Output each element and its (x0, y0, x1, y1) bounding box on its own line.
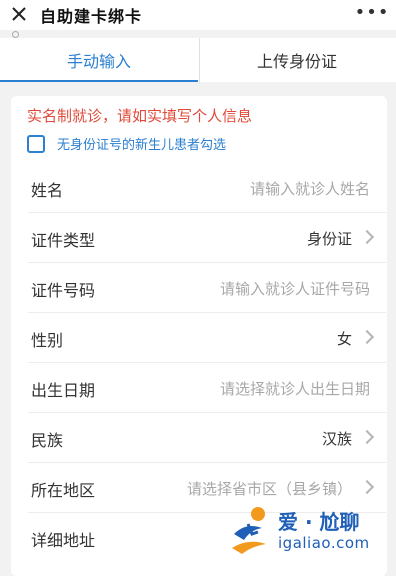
page-title: 自助建卡绑卡 (40, 7, 143, 26)
name-input[interactable]: 请输入就诊人姓名 (250, 178, 370, 199)
watermark-text: 爱 · 尬聊 (278, 510, 360, 534)
watermark-mascot-icon (232, 507, 266, 554)
close-icon (12, 7, 26, 21)
birth-date-input[interactable]: 请选择就诊人出生日期 (220, 378, 370, 399)
title-bar: 自助建卡绑卡 ••• (0, 0, 396, 30)
more-icon: ••• (354, 1, 390, 23)
tab-divider (199, 38, 200, 82)
watermark-logo: 爱 · 尬聊 igaliao.com (228, 504, 388, 560)
newborn-option[interactable]: 无身份证号的新生儿患者勾选 (27, 134, 226, 153)
gender-value[interactable]: 女 (337, 328, 352, 349)
field-label: 详细地址 (31, 531, 96, 550)
id-number-input[interactable]: 请输入就诊人证件号码 (220, 278, 370, 299)
chevron-right-icon (359, 329, 375, 345)
ethnicity-field[interactable]: 民族 汉族 (28, 413, 386, 463)
name-field[interactable]: 姓名 请输入就诊人姓名 (28, 163, 386, 213)
watermark-url: igaliao.com (278, 534, 370, 552)
field-label: 证件类型 (31, 231, 96, 250)
loading-indicator-icon (12, 31, 19, 38)
chevron-right-icon (359, 429, 375, 445)
birth-date-field[interactable]: 出生日期 请选择就诊人出生日期 (28, 363, 386, 413)
field-label: 证件号码 (31, 281, 96, 300)
real-name-notice: 实名制就诊，请如实填写个人信息 (27, 107, 253, 125)
id-type-value[interactable]: 身份证 (307, 228, 352, 249)
tab-bar: 手动输入 上传身份证 (0, 38, 396, 82)
field-label: 所在地区 (31, 481, 96, 500)
close-button[interactable] (8, 2, 30, 26)
region-select[interactable]: 请选择省市区（县乡镇） (187, 478, 352, 499)
field-label: 姓名 (31, 181, 64, 200)
tab-manual-input[interactable]: 手动输入 (0, 38, 198, 82)
newborn-checkbox[interactable] (27, 134, 45, 153)
chevron-right-icon (359, 229, 375, 245)
field-label: 出生日期 (31, 381, 96, 400)
field-label: 性别 (31, 331, 64, 350)
more-options-button[interactable]: ••• (355, 2, 389, 23)
tab-label: 手动输入 (66, 52, 131, 71)
ethnicity-value[interactable]: 汉族 (322, 428, 352, 449)
id-number-field[interactable]: 证件号码 请输入就诊人证件号码 (28, 263, 386, 313)
field-label: 民族 (31, 431, 64, 450)
tab-label: 上传身份证 (256, 52, 337, 71)
chevron-right-icon (359, 479, 375, 495)
id-type-field[interactable]: 证件类型 身份证 (28, 213, 386, 263)
newborn-checkbox-label: 无身份证号的新生儿患者勾选 (57, 138, 227, 153)
tab-upload-id-card[interactable]: 上传身份证 (198, 38, 396, 82)
gender-field[interactable]: 性别 女 (28, 313, 386, 363)
